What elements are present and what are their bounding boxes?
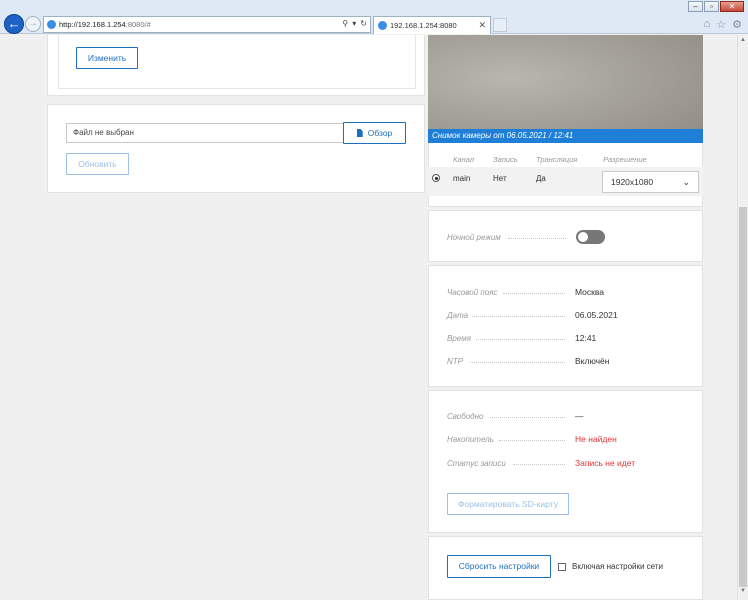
col-resolution-header: Разрешение [603, 155, 647, 164]
address-url: http://192.168.1.254:8080/# [59, 20, 151, 29]
resolution-select[interactable]: 1920x1080 ⌄ [602, 171, 699, 193]
file-icon [356, 129, 363, 137]
firmware-card [47, 104, 425, 193]
drive-label: Накопитель [447, 435, 494, 444]
reset-settings-button[interactable]: Сбросить настройки [447, 555, 551, 578]
record-status-label: Статус записи [447, 459, 506, 468]
night-mode-label: Ночной режим [447, 233, 501, 242]
stream-value: Да [536, 174, 546, 183]
record-value: Нет [493, 174, 507, 183]
favorites-star-icon[interactable]: ☆ [716, 18, 726, 31]
night-mode-dots [508, 238, 566, 239]
file-input[interactable]: Файл не выбран [66, 123, 344, 143]
dropdown-icon[interactable]: ▾ [352, 19, 356, 28]
home-icon[interactable]: ⌂ [704, 18, 711, 31]
browser-chrome: – ▫ ✕ ← → http://192.168.1.254:8080/# ⚲ … [0, 0, 748, 34]
search-icon[interactable]: ⚲ [342, 19, 348, 28]
scroll-thumb[interactable] [739, 207, 747, 587]
col-channel-header: Канал [453, 155, 475, 164]
scroll-up-icon[interactable]: ▲ [739, 37, 747, 47]
free-value: — [575, 411, 584, 421]
tab-close-icon[interactable]: ✕ [478, 20, 486, 31]
browse-button-label: Обзор [367, 128, 393, 138]
timezone-label: Часовой пояс [447, 288, 498, 297]
page-scrollbar[interactable]: ▲ ▼ [737, 35, 748, 600]
drive-dots [499, 440, 565, 441]
ntp-label: NTP [447, 357, 463, 366]
drive-value: Не найден [575, 434, 617, 444]
channel-radio[interactable] [432, 174, 440, 182]
free-label: Свободно [447, 412, 484, 421]
browse-button[interactable]: Обзор [343, 122, 406, 144]
ntp-dots [470, 362, 565, 363]
resolution-selected-value: 1920x1080 [611, 177, 654, 187]
date-dots [472, 316, 565, 317]
close-icon[interactable]: ✕ [720, 1, 744, 12]
page-viewport: Изменить Файл не выбран Обзор Обновить С… [0, 35, 737, 600]
chevron-down-icon: ⌄ [682, 177, 690, 187]
tab-favicon-icon [378, 21, 387, 30]
time-card [428, 265, 703, 387]
maximize-icon[interactable]: ▫ [704, 1, 719, 12]
page-favicon-icon [47, 20, 56, 29]
forward-arrow-icon[interactable]: → [25, 16, 41, 32]
change-button[interactable]: Изменить [76, 47, 138, 69]
channel-value: main [453, 174, 471, 183]
time-value: 12:41 [575, 333, 597, 343]
include-network-label: Включая настройки сети [572, 562, 663, 571]
time-label: Время [447, 334, 471, 343]
record-status-value: Запись не идет [575, 458, 636, 468]
tab-title: 192.168.1.254:8080 [390, 21, 457, 30]
new-tab-button[interactable] [493, 18, 507, 32]
camera-snapshot [428, 35, 703, 143]
format-sd-button[interactable]: Форматировать SD-карту [447, 493, 569, 515]
record-status-dots [513, 464, 565, 465]
night-mode-toggle[interactable] [576, 230, 605, 244]
scroll-down-icon[interactable]: ▼ [739, 588, 747, 598]
date-label: Дата [447, 311, 469, 320]
browser-toolbar: ⌂ ☆ ⚙ [704, 18, 742, 31]
date-value: 06.05.2021 [575, 310, 618, 320]
time-dots [476, 339, 565, 340]
camera-caption: Снимок камеры от 06.05.2021 / 12:41 [428, 129, 703, 143]
col-stream-header: Трансляция [536, 155, 578, 164]
col-record-header: Запись [493, 155, 518, 164]
address-tools: ⚲ ▾ ↻ [342, 19, 367, 28]
free-dots [490, 417, 565, 418]
refresh-icon[interactable]: ↻ [360, 19, 367, 28]
settings-gear-icon[interactable]: ⚙ [732, 18, 742, 31]
include-network-checkbox[interactable] [558, 563, 566, 571]
timezone-dots [503, 293, 565, 294]
back-arrow-icon[interactable]: ← [4, 14, 24, 34]
update-button[interactable]: Обновить [66, 153, 129, 175]
minimize-icon[interactable]: – [688, 1, 703, 12]
browser-tab[interactable]: 192.168.1.254:8080 ✕ [373, 16, 491, 34]
ntp-value: Включён [575, 356, 610, 366]
window-controls: – ▫ ✕ [688, 1, 744, 12]
address-bar[interactable]: http://192.168.1.254:8080/# ⚲ ▾ ↻ [43, 16, 371, 33]
timezone-value: Москва [575, 287, 605, 297]
